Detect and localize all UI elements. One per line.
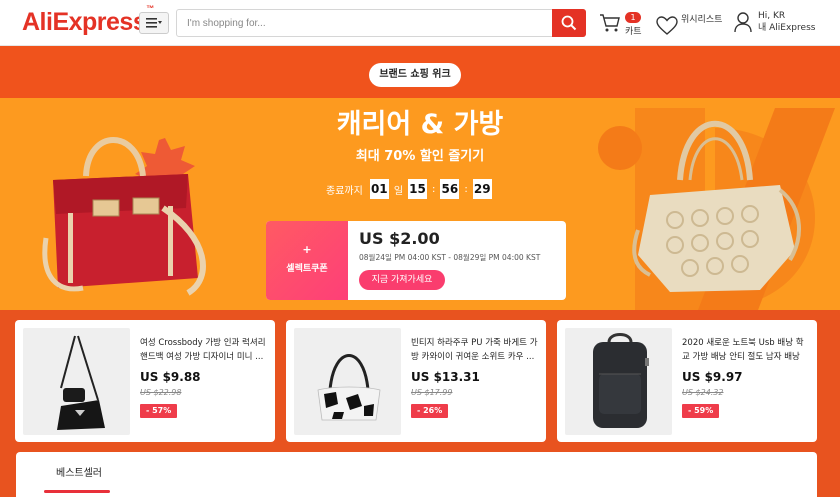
product-original-price: US $17.99 bbox=[411, 388, 453, 397]
aliexpress-logo[interactable]: AliExpress™ bbox=[22, 4, 154, 37]
hamburger-menu-icon bbox=[146, 18, 162, 28]
discount-badge: - 26% bbox=[411, 404, 449, 418]
product-title: 2020 새로운 노트북 Usb 배낭 학교 가방 배낭 안티 절도 남자 배낭… bbox=[682, 338, 804, 362]
countdown-seconds: 29 bbox=[472, 179, 492, 199]
countdown-hours: 15 bbox=[408, 179, 428, 199]
product-card[interactable]: 여성 Crossbody 가방 인과 럭셔리 핸드백 여성 가방 디자이너 미니… bbox=[15, 320, 275, 442]
product-card[interactable]: 빈티지 하라주쿠 PU 가죽 바게트 가방 카와이이 귀여운 소위트 카우 ..… bbox=[286, 320, 546, 442]
countdown-day-unit: 일 bbox=[393, 185, 404, 197]
heart-icon bbox=[656, 16, 678, 35]
cart-label: 카트 bbox=[625, 27, 642, 37]
countdown-days: 01 bbox=[369, 179, 389, 199]
coupon-type: 셀렉트쿠폰 bbox=[286, 264, 328, 274]
crossbody-bag-image bbox=[57, 335, 105, 430]
product-original-price: US $22.98 bbox=[140, 388, 182, 397]
logo-text: AliExpress bbox=[22, 8, 147, 36]
laptop-backpack-image bbox=[593, 333, 649, 428]
cart-count-badge: 1 bbox=[625, 12, 641, 23]
user-icon bbox=[734, 12, 752, 33]
hero-subtitle: 최대 70% 할인 즐기기 bbox=[355, 149, 485, 164]
account-link[interactable]: Hi, KR 내 AliExpress bbox=[734, 10, 815, 34]
countdown-minutes: 56 bbox=[440, 179, 460, 199]
category-menu-button[interactable] bbox=[139, 12, 169, 34]
wishlist-label: 위시리스트 bbox=[681, 15, 723, 25]
active-tab-indicator bbox=[44, 490, 110, 493]
cart-icon bbox=[600, 14, 620, 32]
coupon-plus: + bbox=[302, 243, 312, 256]
search-input[interactable] bbox=[177, 10, 553, 36]
product-title: 여성 Crossbody 가방 인과 럭셔리 핸드백 여성 가방 디자이너 미니… bbox=[140, 338, 266, 362]
product-price: US $9.88 bbox=[140, 370, 201, 384]
account-greeting: Hi, KR bbox=[758, 11, 786, 21]
search-bar bbox=[176, 9, 586, 37]
countdown-separator: : bbox=[432, 183, 436, 195]
account-label: 내 AliExpress bbox=[758, 23, 816, 33]
search-icon bbox=[561, 15, 577, 31]
tab-bestseller[interactable]: 베스트셀러 bbox=[56, 464, 102, 479]
coupon-card: + 셀렉트쿠폰 US $2.00 08월24일 PM 04:00 KST - 0… bbox=[266, 221, 566, 300]
coupon-amount: US $2.00 bbox=[359, 229, 440, 248]
bestseller-section: 베스트셀러 bbox=[16, 452, 817, 497]
hero-title: 캐리어 & 가방 bbox=[336, 109, 504, 140]
product-image bbox=[294, 328, 401, 435]
discount-badge: - 57% bbox=[140, 404, 178, 418]
header: AliExpress™ 1 카트 위시리스트 bbox=[0, 0, 840, 46]
product-price: US $9.97 bbox=[682, 370, 743, 384]
countdown-separator: : bbox=[464, 183, 468, 195]
wishlist-link[interactable]: 위시리스트 bbox=[656, 10, 722, 36]
product-image bbox=[565, 328, 672, 435]
product-original-price: US $24.32 bbox=[682, 388, 724, 397]
countdown-timer: 종료까지 01 일 15 : 56 : 29 bbox=[326, 179, 492, 199]
search-button[interactable] bbox=[552, 9, 586, 37]
countdown-label: 종료까지 bbox=[326, 185, 363, 197]
discount-badge: - 59% bbox=[682, 404, 720, 418]
product-card[interactable]: 2020 새로운 노트북 Usb 배낭 학교 가방 배낭 안티 절도 남자 배낭… bbox=[557, 320, 817, 442]
product-image bbox=[23, 328, 130, 435]
coupon-validity: 08월24일 PM 04:00 KST - 08월29일 PM 04:00 KS… bbox=[359, 253, 541, 262]
cart-link[interactable]: 1 카트 bbox=[599, 10, 649, 38]
brand-week-pill[interactable]: 브랜드 쇼핑 위크 bbox=[369, 63, 461, 87]
get-coupon-button[interactable]: 지금 가져가세요 bbox=[359, 270, 445, 290]
product-price: US $13.31 bbox=[411, 370, 480, 384]
product-title: 빈티지 하라주쿠 PU 가죽 바게트 가방 카와이이 귀여운 소위트 카우 ..… bbox=[411, 338, 538, 362]
coupon-badge: + 셀렉트쿠폰 bbox=[266, 221, 348, 300]
cow-print-bag-image bbox=[317, 354, 381, 421]
